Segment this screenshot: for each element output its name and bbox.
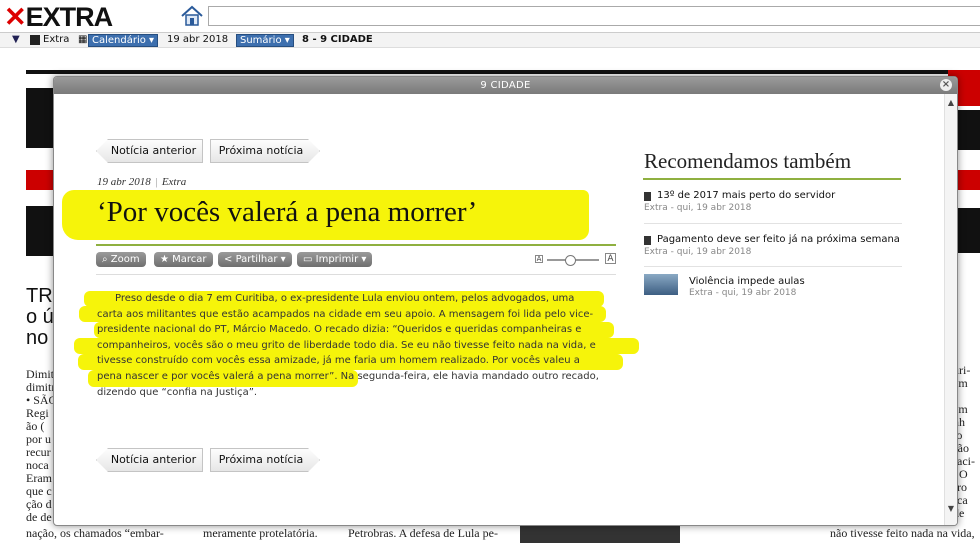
article-body: Preso desde o dia 7 em Curitiba, o ex-pr…	[97, 291, 617, 400]
modal-title: 9 CIDADE	[54, 77, 957, 94]
article-icon	[644, 236, 651, 245]
body-line: tivesse construído com vocês essa amizad…	[97, 355, 580, 367]
bottom-text: meramente protelatória.	[203, 526, 318, 540]
bottom-text: nação, os chamados “embar-	[26, 526, 164, 540]
zoom-button[interactable]: ⌕ Zoom	[96, 252, 146, 267]
headline-block	[958, 208, 980, 253]
recommended-item-meta: Extra - qui, 19 abr 2018	[644, 203, 752, 213]
body-line: Preso desde o dia 7 em Curitiba, o ex-pr…	[115, 293, 575, 304]
next-article-button[interactable]: Próxima notícia	[210, 448, 320, 472]
headline-line: TR	[26, 285, 53, 307]
headline-block	[26, 206, 54, 256]
bottom-text: Petrobras. A defesa de Lula pe-	[348, 526, 498, 540]
previous-article-button[interactable]: Notícia anterior	[96, 448, 203, 472]
bottom-text: não tivesse feito nada na vida,	[830, 526, 975, 540]
article-headline: ‘Por vocês valerá a pena morrer’	[97, 196, 478, 228]
body-line: presidente nacional do PT, Márcio Macedo…	[97, 324, 582, 336]
divider	[644, 266, 902, 267]
toolbar-divider	[96, 274, 616, 275]
address-field[interactable]	[208, 6, 980, 26]
text-smaller-icon[interactable]: A	[535, 255, 543, 263]
close-icon[interactable]: ×	[940, 79, 952, 91]
headline-block	[26, 88, 54, 148]
page-rule	[26, 70, 976, 74]
publication-name: Extra	[43, 34, 70, 45]
previous-article-button[interactable]: Notícia anterior	[96, 139, 203, 163]
divider	[644, 223, 902, 224]
toolbar: ▼ Extra ▦ Calendário ▾ 19 abr 2018 Sumár…	[0, 33, 980, 48]
recommended-item-title[interactable]: Violência impede aulas	[689, 276, 805, 287]
article-date: 19 abr 2018	[97, 176, 151, 188]
body-line: pena nascer e por vocês valerá a pena mo…	[97, 370, 599, 382]
scroll-up-icon[interactable]: ▲	[947, 98, 955, 107]
publication-icon	[30, 35, 40, 45]
print-button[interactable]: ▭ Imprimir ▾	[297, 252, 373, 267]
extra-logo[interactable]: ✕EXTRA	[4, 2, 113, 33]
headline-line: o ú	[26, 306, 54, 328]
recommended-item-title[interactable]: Pagamento deve ser feito já na próxima s…	[657, 234, 900, 245]
dropdown-arrow-icon[interactable]: ▼	[12, 34, 20, 45]
scroll-down-icon[interactable]: ▼	[947, 504, 955, 513]
home-icon[interactable]	[180, 5, 204, 27]
calendar-icon: ▦	[78, 34, 88, 45]
photo-block	[520, 525, 680, 543]
text-larger-icon[interactable]: A	[605, 253, 616, 264]
red-label	[26, 170, 54, 190]
next-article-button[interactable]: Próxima notícia	[210, 139, 320, 163]
recommended-item-title[interactable]: 13º de 2017 mais perto do servidor	[657, 190, 835, 201]
body-line: carta aos militantes que estão acampados…	[97, 308, 594, 320]
article-meta: 19 abr 2018 | Extra	[97, 176, 187, 188]
recommended-item-meta: Extra - qui, 19 abr 2018	[689, 288, 797, 298]
summary-button[interactable]: Sumário ▾	[236, 34, 294, 47]
headline-divider	[96, 244, 616, 246]
mark-button[interactable]: ★ Marcar	[154, 252, 213, 267]
scrollbar[interactable]: ▲ ▼	[944, 94, 957, 525]
header-bar: ✕EXTRA	[0, 0, 980, 33]
share-button[interactable]: < Partilhar ▾	[218, 252, 292, 267]
slider-handle[interactable]	[565, 255, 576, 266]
calendar-button[interactable]: Calendário ▾	[88, 34, 159, 47]
recommended-title: Recomendamos também	[644, 149, 852, 173]
article-thumbnail	[644, 274, 678, 295]
article-source: Extra	[161, 176, 187, 188]
body-line: companheiros, vocês são o meu grito de l…	[97, 339, 596, 351]
recommended-item-meta: Extra - qui, 19 abr 2018	[644, 247, 752, 257]
article-icon	[644, 192, 651, 201]
issue-date: 19 abr 2018	[167, 34, 229, 45]
recommended-divider	[643, 178, 901, 180]
article-modal: 9 CIDADE × ▲ ▼ Notícia anterior Próxima …	[53, 76, 958, 526]
headline-line: no	[26, 327, 49, 349]
body-line: dizendo que “confia na Justiça”.	[97, 386, 258, 398]
background-headline: TR o ú no	[26, 286, 54, 349]
page-label: 8 - 9 CIDADE	[302, 34, 373, 45]
